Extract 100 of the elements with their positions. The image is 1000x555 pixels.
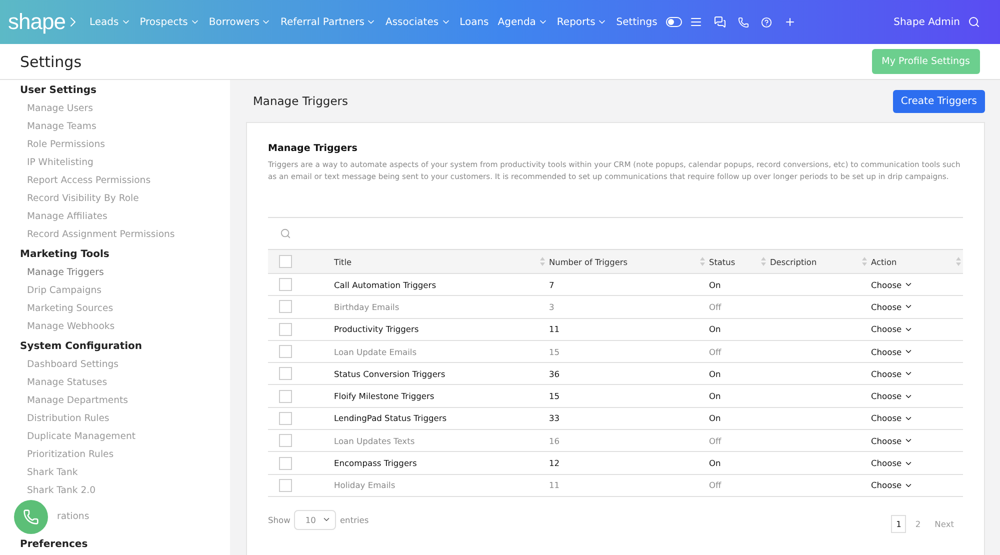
toggle-switch[interactable] xyxy=(666,17,682,27)
sidebar-heading: Marketing Tools xyxy=(20,248,110,262)
user-name[interactable]: Shape Admin xyxy=(894,16,960,28)
sidebar-item[interactable]: Record Visibility By Role xyxy=(20,190,139,208)
phone-icon[interactable] xyxy=(738,16,750,28)
row-checkbox[interactable] xyxy=(279,412,292,425)
action-dropdown[interactable]: Choose xyxy=(871,280,965,290)
sidebar-item[interactable]: Manage Triggers xyxy=(20,264,104,282)
column-header[interactable]: Status xyxy=(709,256,770,266)
logo[interactable]: shape xyxy=(8,9,82,35)
page-size-select[interactable]: 10 xyxy=(294,510,336,530)
sidebar-item[interactable]: IP Whitelisting xyxy=(20,154,94,172)
sort-icon[interactable] xyxy=(956,257,961,266)
nav-menu-item[interactable]: Leads xyxy=(89,16,131,28)
action-dropdown[interactable]: Choose xyxy=(871,458,965,468)
row-checkbox[interactable] xyxy=(279,434,292,448)
sidebar-item[interactable]: Manage Users xyxy=(20,100,93,118)
nav-menu-item[interactable]: Borrowers xyxy=(208,16,272,28)
table-cell-text: Off xyxy=(709,302,722,312)
sidebar-item[interactable]: Marketing Sources xyxy=(20,300,114,318)
profile-settings-button[interactable]: My Profile Settings xyxy=(872,49,980,74)
table-cell-text: 15 xyxy=(549,391,561,402)
table-cell-text: 12 xyxy=(549,458,561,468)
page-link[interactable]: 1 xyxy=(891,514,906,533)
row-checkbox[interactable] xyxy=(279,390,292,403)
action-dropdown[interactable]: Choose xyxy=(871,480,965,490)
create-triggers-button[interactable]: Create Triggers xyxy=(892,90,985,112)
action-dropdown[interactable]: Choose xyxy=(871,436,965,446)
section-title: Manage Triggers xyxy=(253,94,348,108)
column-header[interactable]: Title xyxy=(334,256,549,266)
table-cell-text: 16 xyxy=(549,436,561,446)
sidebar-item[interactable]: Duplicate Management xyxy=(20,428,136,446)
table-cell-text: Off xyxy=(709,436,722,446)
table-cell-text: Loan Updates Texts xyxy=(334,436,416,446)
row-checkbox[interactable] xyxy=(279,300,292,314)
sort-icon[interactable] xyxy=(862,257,867,266)
list-icon[interactable] xyxy=(690,16,702,28)
page-title: Settings xyxy=(20,52,82,70)
nav-menu-item[interactable]: Loans xyxy=(460,16,489,28)
nav-menu-item[interactable]: Reports xyxy=(556,16,608,28)
row-checkbox[interactable] xyxy=(279,456,292,470)
sidebar-heading: System Configuration xyxy=(20,340,144,354)
sidebar-item[interactable]: Shark Tank xyxy=(20,464,78,482)
chat-icon[interactable] xyxy=(714,16,726,28)
help-icon[interactable] xyxy=(761,16,772,28)
table-cell-text: Birthday Emails xyxy=(334,302,400,312)
page-link[interactable]: 2 xyxy=(910,514,926,533)
show-label: Show xyxy=(268,514,290,525)
search-icon[interactable] xyxy=(968,16,980,28)
sidebar-item[interactable]: Manage Departments xyxy=(20,392,128,410)
action-dropdown[interactable]: Choose xyxy=(871,346,965,357)
action-dropdown[interactable]: Choose xyxy=(871,413,965,424)
column-header[interactable]: Number of Triggers xyxy=(549,256,709,266)
table-cell-text: 33 xyxy=(549,413,561,424)
sidebar-item[interactable]: Record Assignment Permissions xyxy=(20,226,175,244)
sidebar-item[interactable]: Manage Affiliates xyxy=(20,208,108,226)
plus-icon[interactable] xyxy=(784,16,796,28)
table-cell-text: On xyxy=(709,458,722,468)
sidebar-item[interactable]: Prioritization Rules xyxy=(20,446,114,464)
sidebar-item[interactable]: rations xyxy=(50,508,90,526)
sidebar-item[interactable]: Report Access Permissions xyxy=(20,172,151,190)
search-icon xyxy=(280,228,291,239)
sidebar-item[interactable]: Dashboard Settings xyxy=(20,356,119,374)
row-checkbox[interactable] xyxy=(279,278,292,292)
nav-menu-item[interactable]: Settings xyxy=(616,16,658,28)
sort-icon[interactable] xyxy=(761,257,766,266)
row-checkbox[interactable] xyxy=(279,322,292,336)
next-link[interactable]: Next xyxy=(930,514,959,533)
entries-label: entries xyxy=(340,514,369,525)
sidebar-item[interactable]: Manage Teams xyxy=(20,118,96,136)
phone-icon xyxy=(23,509,39,525)
action-dropdown[interactable]: Choose xyxy=(871,302,965,312)
nav-menu-item[interactable]: Agenda xyxy=(498,16,548,28)
sidebar-item[interactable]: Distribution Rules xyxy=(20,410,110,428)
table-cell-text: Loan Update Emails xyxy=(334,346,418,357)
column-header[interactable]: Action xyxy=(871,256,965,266)
action-dropdown[interactable]: Choose xyxy=(871,368,965,379)
sidebar-heading: Preferences xyxy=(20,538,89,552)
column-header[interactable]: Description xyxy=(770,256,871,266)
nav-menu-item[interactable]: Referral Partners xyxy=(280,16,376,28)
sort-icon[interactable] xyxy=(700,257,705,266)
action-dropdown[interactable]: Choose xyxy=(871,391,965,402)
row-checkbox[interactable] xyxy=(279,345,292,358)
action-dropdown[interactable]: Choose xyxy=(871,324,965,334)
row-checkbox[interactable] xyxy=(279,478,292,492)
nav-menu-item[interactable]: Prospects xyxy=(140,16,200,28)
sidebar-item[interactable]: Role Permissions xyxy=(20,136,105,154)
sort-icon[interactable] xyxy=(540,257,545,266)
sidebar-item[interactable]: Manage Webhooks xyxy=(20,318,115,336)
card-title: Manage Triggers xyxy=(268,143,358,154)
sidebar-item[interactable]: Manage Statuses xyxy=(20,374,108,392)
sidebar-item[interactable]: Drip Campaigns xyxy=(20,282,102,300)
row-checkbox[interactable] xyxy=(279,367,292,380)
table-cell-text: On xyxy=(709,280,722,290)
table-cell-text: Status Conversion Triggers xyxy=(334,368,446,379)
nav-menu-item[interactable]: Associates xyxy=(385,16,451,28)
select-all-checkbox[interactable] xyxy=(279,255,292,268)
sidebar-item[interactable]: Shark Tank 2.0 xyxy=(20,482,96,500)
phone-call-button[interactable] xyxy=(14,500,48,534)
table-cell-text: On xyxy=(709,391,722,402)
